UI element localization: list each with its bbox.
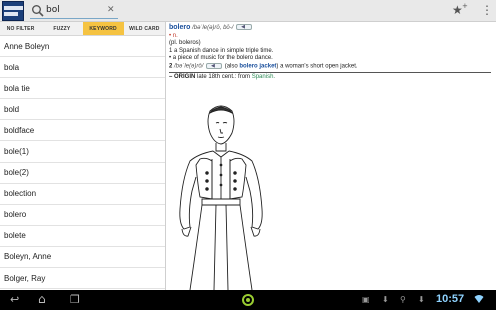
- play-pronunciation-button[interactable]: [206, 62, 223, 70]
- dictionary-entry: bolero /bəˈle(ə)rō, bō-/ • n. (pl. boler…: [169, 24, 491, 81]
- entry-headline: bolero /bəˈle(ə)rō, bō-/: [169, 24, 491, 33]
- back-icon[interactable]: ↩: [10, 293, 19, 307]
- clear-search-icon[interactable]: ✕: [107, 5, 115, 15]
- app-window: ✕ ★ + ⋮ NO FILTER FUZZY KEYWORD WILD CAR…: [0, 0, 496, 310]
- list-item[interactable]: bold: [0, 99, 165, 121]
- list-item[interactable]: bola tie: [0, 78, 165, 100]
- sense-2-definition: ) a woman's short open jacket.: [276, 63, 358, 70]
- add-plus-icon: +: [462, 2, 468, 10]
- overflow-menu-icon[interactable]: ⋮: [481, 3, 493, 17]
- origin-text: late 18th cent.: from: [197, 73, 251, 80]
- tab-keyword[interactable]: KEYWORD: [82, 22, 124, 35]
- play-pronunciation-button[interactable]: [236, 24, 253, 32]
- list-item[interactable]: Anne Boleyn: [0, 36, 165, 58]
- usb-icon: ⚲: [400, 295, 406, 304]
- camera-indicator-icon: [242, 294, 254, 306]
- pronunciation: /bəˈle(ə)rō/: [174, 63, 204, 70]
- word-list: Anne Boleyn bola bola tie bold boldface …: [0, 36, 165, 290]
- wifi-icon: [474, 295, 484, 303]
- list-item[interactable]: bolete: [0, 226, 165, 247]
- app-icon-stripe: [4, 6, 23, 10]
- list-item[interactable]: bolero: [0, 205, 165, 226]
- download-icon: ⬇: [382, 295, 389, 304]
- tab-no-filter[interactable]: NO FILTER: [0, 22, 41, 35]
- download-icon: ⬇: [418, 295, 425, 304]
- recent-apps-icon[interactable]: ❐: [70, 293, 80, 307]
- pronunciation: /bəˈle(ə)rō, bō-/: [192, 25, 234, 31]
- pane-divider: [165, 22, 166, 290]
- list-item[interactable]: Boleyn, Anne: [0, 247, 165, 269]
- filter-tabs: NO FILTER FUZZY KEYWORD WILD CARD: [0, 22, 165, 36]
- image-notification-icon: ▣: [362, 295, 370, 304]
- list-item[interactable]: boldface: [0, 120, 165, 142]
- search-underline: [30, 18, 118, 19]
- list-item[interactable]: bola: [0, 57, 165, 79]
- origin-source: Spanish.: [251, 73, 276, 80]
- tab-wild-card[interactable]: WILD CARD: [124, 22, 165, 35]
- list-item[interactable]: bole(1): [0, 141, 165, 163]
- action-bar: ✕ ★ + ⋮: [0, 0, 496, 22]
- tab-fuzzy[interactable]: FUZZY: [41, 22, 82, 35]
- list-item[interactable]: bole(2): [0, 163, 165, 184]
- plural-form: (pl. boleros): [169, 40, 201, 46]
- search-icon: [32, 5, 44, 17]
- app-icon-stripe: [4, 12, 18, 16]
- sense-1b: • a piece of music for the bolero dance.: [169, 55, 273, 61]
- origin-label: – ORIGIN: [169, 73, 196, 80]
- sense-number: 2: [169, 63, 173, 70]
- sense-2-also: (also: [224, 63, 238, 70]
- bolero-illustration: [179, 105, 263, 290]
- app-icon[interactable]: [2, 1, 24, 21]
- sense-2-jacket-link[interactable]: bolero jacket: [239, 63, 276, 69]
- sense-1: 1 a Spanish dance in simple triple time.: [169, 47, 274, 54]
- status-clock: 10:57: [436, 293, 465, 305]
- list-item[interactable]: Bolger, Ray: [0, 268, 165, 290]
- home-icon[interactable]: ⌂: [38, 292, 46, 306]
- part-of-speech: • n.: [169, 32, 178, 39]
- origin: – ORIGIN late 18th cent.: from Spanish.: [169, 71, 491, 82]
- search-input[interactable]: [46, 2, 116, 18]
- headword: bolero: [169, 24, 191, 31]
- list-item[interactable]: bolection: [0, 184, 165, 205]
- sense-2: 2 /bəˈle(ə)rō/ (also bolero jacket) a wo…: [169, 62, 491, 71]
